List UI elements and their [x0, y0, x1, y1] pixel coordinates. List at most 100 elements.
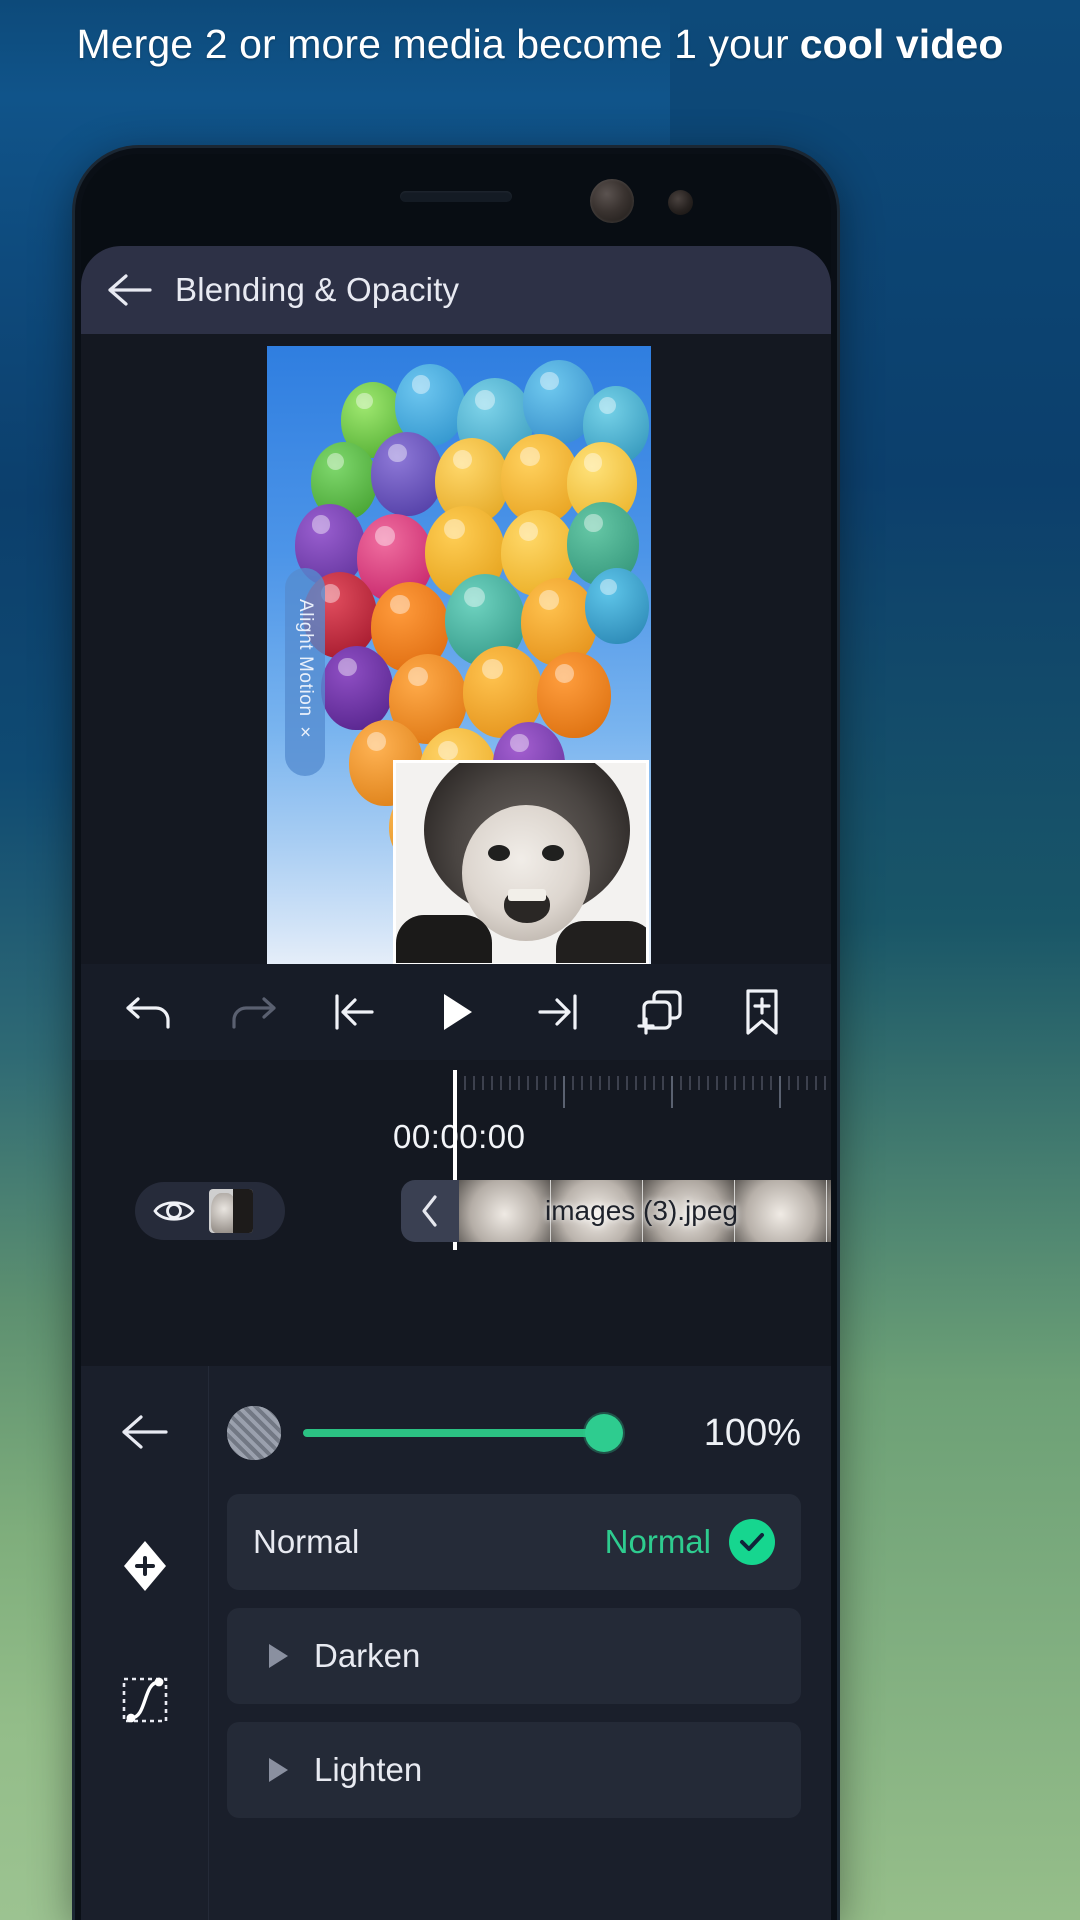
ruler-tick: [770, 1076, 772, 1090]
ruler-tick: [671, 1076, 673, 1108]
ruler-tick: [788, 1076, 790, 1090]
check-icon: [729, 1519, 775, 1565]
ruler-tick: [797, 1076, 799, 1090]
ruler-tick: [563, 1076, 565, 1108]
ruler-tick: [464, 1076, 466, 1090]
ruler-tick: [509, 1076, 511, 1090]
slider-track: [303, 1429, 619, 1437]
teeth: [508, 889, 546, 901]
ruler-tick: [734, 1076, 736, 1090]
panel-back-button[interactable]: [109, 1396, 181, 1468]
undo-button[interactable]: [118, 980, 182, 1044]
blend-mode-row-lighten[interactable]: Lighten: [227, 1722, 801, 1818]
blend-mode-value: Normal: [604, 1523, 711, 1560]
ruler-tick: [626, 1076, 628, 1090]
tool-rail: [81, 1366, 209, 1920]
ruler-tick: [500, 1076, 502, 1090]
overlay-photo[interactable]: [393, 760, 649, 964]
skip-to-end-button[interactable]: [526, 980, 590, 1044]
blending-panel: 100% Normal Normal Darken Lighten: [81, 1366, 831, 1920]
chevron-right-icon: [269, 1758, 288, 1782]
blend-mode-row-darken[interactable]: Darken: [227, 1608, 801, 1704]
promo-headline-normal: Merge 2 or more media become 1 your: [76, 20, 789, 67]
play-button[interactable]: [424, 980, 488, 1044]
opacity-icon[interactable]: [227, 1406, 281, 1460]
eye-icon[interactable]: [153, 1196, 195, 1226]
ruler-tick: [779, 1076, 781, 1108]
shoulder: [396, 915, 492, 963]
opacity-row: 100%: [227, 1390, 801, 1476]
watermark-label: Alight Motion ×: [295, 599, 316, 745]
timeline[interactable]: 00:00:00 images (3).jpeg: [81, 1060, 831, 1366]
ruler-tick: [536, 1076, 538, 1090]
earpiece-speaker: [400, 191, 512, 202]
panel-content: 100% Normal Normal Darken Lighten: [209, 1366, 831, 1920]
layer-header[interactable]: [135, 1182, 285, 1240]
blend-mode-label: Normal: [253, 1523, 360, 1560]
blend-mode-label: Darken: [314, 1637, 421, 1674]
redo-button[interactable]: [220, 980, 284, 1044]
timeline-clip[interactable]: images (3).jpeg: [459, 1180, 831, 1242]
ruler-tick: [545, 1076, 547, 1090]
blend-mode-label: Lighten: [314, 1751, 423, 1788]
ruler-tick: [761, 1076, 763, 1090]
ruler-tick: [662, 1076, 664, 1090]
phone-screen: Blending & Opacity Alight Motion × 00:00…: [81, 154, 831, 1920]
sensor-icon: [668, 190, 693, 215]
easing-curve-button[interactable]: [109, 1664, 181, 1736]
ruler-tick: [635, 1076, 637, 1090]
blend-mode-row-normal[interactable]: Normal Normal: [227, 1494, 801, 1590]
balloon: [521, 578, 597, 666]
eye: [542, 845, 564, 861]
balloon: [371, 432, 443, 516]
ruler-tick: [680, 1076, 682, 1090]
skip-to-start-button[interactable]: [322, 980, 386, 1044]
shoulder: [556, 921, 646, 963]
balloon: [585, 568, 649, 644]
ruler-tick: [752, 1076, 754, 1090]
ruler-tick: [491, 1076, 493, 1090]
ruler-tick: [473, 1076, 475, 1090]
slider-knob[interactable]: [585, 1414, 623, 1452]
ruler-tick: [482, 1076, 484, 1090]
phone-mockup: Blending & Opacity Alight Motion × 00:00…: [75, 148, 837, 1920]
timeline-ruler[interactable]: [455, 1076, 831, 1110]
ruler-tick: [725, 1076, 727, 1090]
opacity-slider[interactable]: [303, 1406, 623, 1460]
clip-filename: images (3).jpeg: [545, 1195, 738, 1226]
ruler-tick: [689, 1076, 691, 1090]
back-arrow-icon[interactable]: [107, 272, 153, 308]
ruler-tick: [581, 1076, 583, 1090]
ruler-tick: [698, 1076, 700, 1090]
watermark-chip[interactable]: Alight Motion ×: [285, 568, 325, 776]
ruler-tick: [806, 1076, 808, 1090]
timecode-label: 00:00:00: [393, 1118, 526, 1155]
clip-frame: [827, 1180, 831, 1242]
clip-frame: [459, 1180, 551, 1242]
front-camera-icon: [590, 179, 634, 223]
opacity-value: 100%: [703, 1411, 801, 1454]
app-header: Blending & Opacity: [81, 246, 831, 334]
add-bookmark-button[interactable]: [730, 980, 794, 1044]
ruler-tick: [518, 1076, 520, 1090]
ruler-tick: [590, 1076, 592, 1090]
ruler-tick: [824, 1076, 826, 1090]
ruler-tick: [815, 1076, 817, 1090]
layer-thumbnail[interactable]: [209, 1189, 253, 1233]
transport-toolbar: [81, 964, 831, 1060]
ruler-tick: [617, 1076, 619, 1090]
ruler-tick: [743, 1076, 745, 1090]
preview-canvas[interactable]: Alight Motion ×: [81, 334, 831, 964]
chevron-right-icon: [269, 1644, 288, 1668]
ruler-tick: [653, 1076, 655, 1090]
ruler-tick: [707, 1076, 709, 1090]
collapse-track-button[interactable]: [401, 1180, 459, 1242]
clip-frame: [735, 1180, 827, 1242]
keyframe-button[interactable]: [109, 1530, 181, 1602]
promo-headline: Merge 2 or more media become 1 your cool…: [0, 0, 1080, 88]
add-layer-button[interactable]: [628, 980, 692, 1044]
ruler-tick: [572, 1076, 574, 1090]
composition-preview: Alight Motion ×: [267, 346, 651, 964]
ruler-tick: [599, 1076, 601, 1090]
ruler-tick: [644, 1076, 646, 1090]
